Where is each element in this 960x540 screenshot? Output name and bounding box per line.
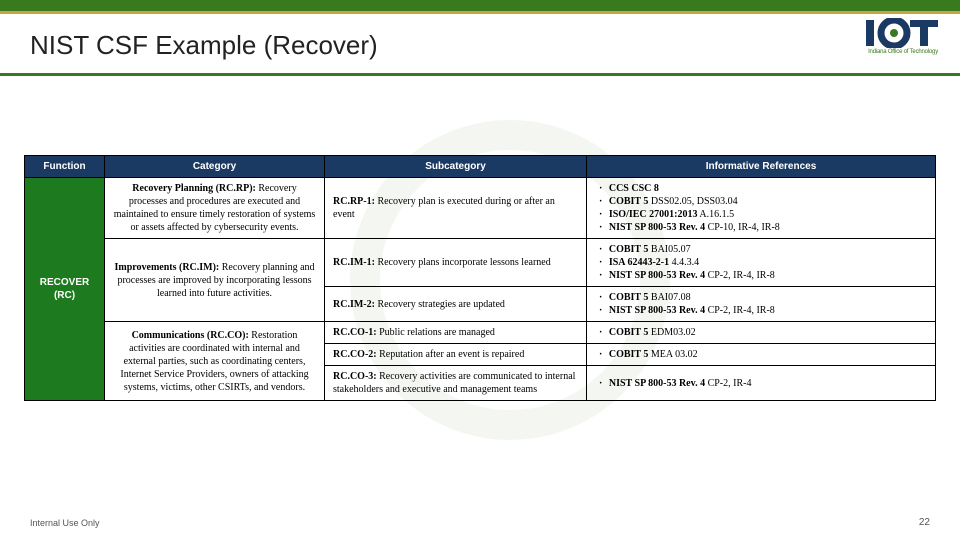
table-header-row: Function Category Subcategory Informativ… — [25, 156, 936, 178]
reference-item: NIST SP 800-53 Rev. 4 CP-2, IR-4 — [591, 377, 927, 390]
reference-item: COBIT 5 BAI05.07 — [591, 243, 927, 256]
th-function: Function — [25, 156, 105, 178]
table-row: Improvements (RC.IM): Recovery planning … — [25, 239, 936, 287]
page-number: 22 — [919, 517, 930, 528]
reference-item: COBIT 5 EDM03.02 — [591, 326, 927, 339]
table-row: Communications (RC.CO): Restoration acti… — [25, 322, 936, 344]
reference-item: NIST SP 800-53 Rev. 4 CP-2, IR-4, IR-8 — [591, 304, 927, 317]
top-accent-bar — [0, 0, 960, 14]
references-cell: NIST SP 800-53 Rev. 4 CP-2, IR-4 — [587, 366, 936, 401]
references-cell: COBIT 5 BAI07.08NIST SP 800-53 Rev. 4 CP… — [587, 287, 936, 322]
th-category: Category — [105, 156, 325, 178]
csf-table-container: Function Category Subcategory Informativ… — [24, 155, 936, 401]
iot-logo-icon — [866, 18, 938, 48]
subcategory-cell: RC.CO-3: Recovery activities are communi… — [325, 366, 587, 401]
th-subcategory: Subcategory — [325, 156, 587, 178]
table-row: RECOVER (RC)Recovery Planning (RC.RP): R… — [25, 178, 936, 239]
category-cell: Improvements (RC.IM): Recovery planning … — [105, 239, 325, 322]
footer-classification: Internal Use Only — [30, 518, 100, 528]
references-cell: CCS CSC 8COBIT 5 DSS02.05, DSS03.04ISO/I… — [587, 178, 936, 239]
subcategory-cell: RC.CO-2: Reputation after an event is re… — [325, 344, 587, 366]
reference-item: ISA 62443-2-1 4.4.3.4 — [591, 256, 927, 269]
th-references: Informative References — [587, 156, 936, 178]
category-cell: Recovery Planning (RC.RP): Recovery proc… — [105, 178, 325, 239]
subcategory-cell: RC.RP-1: Recovery plan is executed durin… — [325, 178, 587, 239]
csf-table: Function Category Subcategory Informativ… — [24, 155, 936, 401]
references-cell: COBIT 5 MEA 03.02 — [587, 344, 936, 366]
category-cell: Communications (RC.CO): Restoration acti… — [105, 322, 325, 401]
logo-tagline: Indiana Office of Technology — [866, 49, 938, 55]
reference-item: COBIT 5 MEA 03.02 — [591, 348, 927, 361]
subcategory-cell: RC.CO-1: Public relations are managed — [325, 322, 587, 344]
function-cell: RECOVER (RC) — [25, 178, 105, 401]
reference-item: CCS CSC 8 — [591, 182, 927, 195]
reference-item: NIST SP 800-53 Rev. 4 CP-2, IR-4, IR-8 — [591, 269, 927, 282]
title-underline — [0, 73, 960, 76]
reference-item: COBIT 5 BAI07.08 — [591, 291, 927, 304]
subcategory-cell: RC.IM-2: Recovery strategies are updated — [325, 287, 587, 322]
reference-item: COBIT 5 DSS02.05, DSS03.04 — [591, 195, 927, 208]
page-title: NIST CSF Example (Recover) — [30, 30, 378, 61]
references-cell: COBIT 5 BAI05.07ISA 62443-2-1 4.4.3.4NIS… — [587, 239, 936, 287]
subcategory-cell: RC.IM-1: Recovery plans incorporate less… — [325, 239, 587, 287]
reference-item: ISO/IEC 27001:2013 A.16.1.5 — [591, 208, 927, 221]
brand-logo: Indiana Office of Technology — [866, 18, 938, 55]
reference-item: NIST SP 800-53 Rev. 4 CP-10, IR-4, IR-8 — [591, 221, 927, 234]
references-cell: COBIT 5 EDM03.02 — [587, 322, 936, 344]
